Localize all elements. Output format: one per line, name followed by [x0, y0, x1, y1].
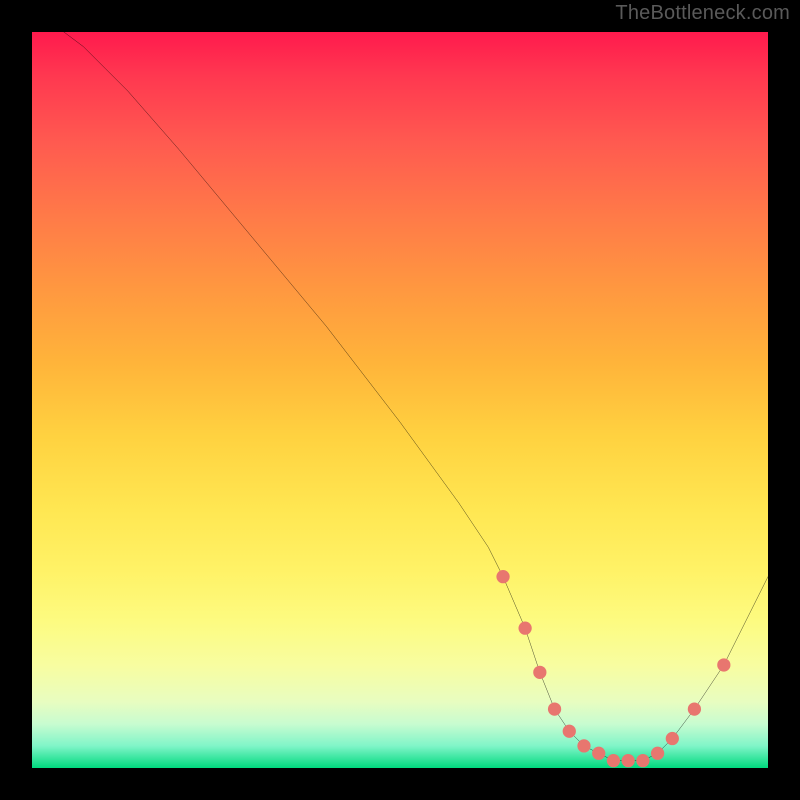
- marker-dot: [577, 739, 590, 752]
- marker-layer: [32, 32, 768, 768]
- marker-dot: [563, 725, 576, 738]
- marker-dot: [666, 732, 679, 745]
- marker-dot: [533, 666, 546, 679]
- optimal-band-markers: [496, 570, 730, 767]
- watermark-text: TheBottleneck.com: [615, 2, 790, 25]
- marker-dot: [651, 747, 664, 760]
- marker-dot: [622, 754, 635, 767]
- marker-dot: [548, 702, 561, 715]
- marker-dot: [592, 747, 605, 760]
- marker-dot: [607, 754, 620, 767]
- plot-area: [32, 32, 768, 768]
- marker-dot: [717, 658, 730, 671]
- marker-dot: [636, 754, 649, 767]
- marker-dot: [496, 570, 509, 583]
- chart-frame: TheBottleneck.com: [0, 0, 800, 800]
- marker-dot: [688, 702, 701, 715]
- marker-dot: [518, 622, 531, 635]
